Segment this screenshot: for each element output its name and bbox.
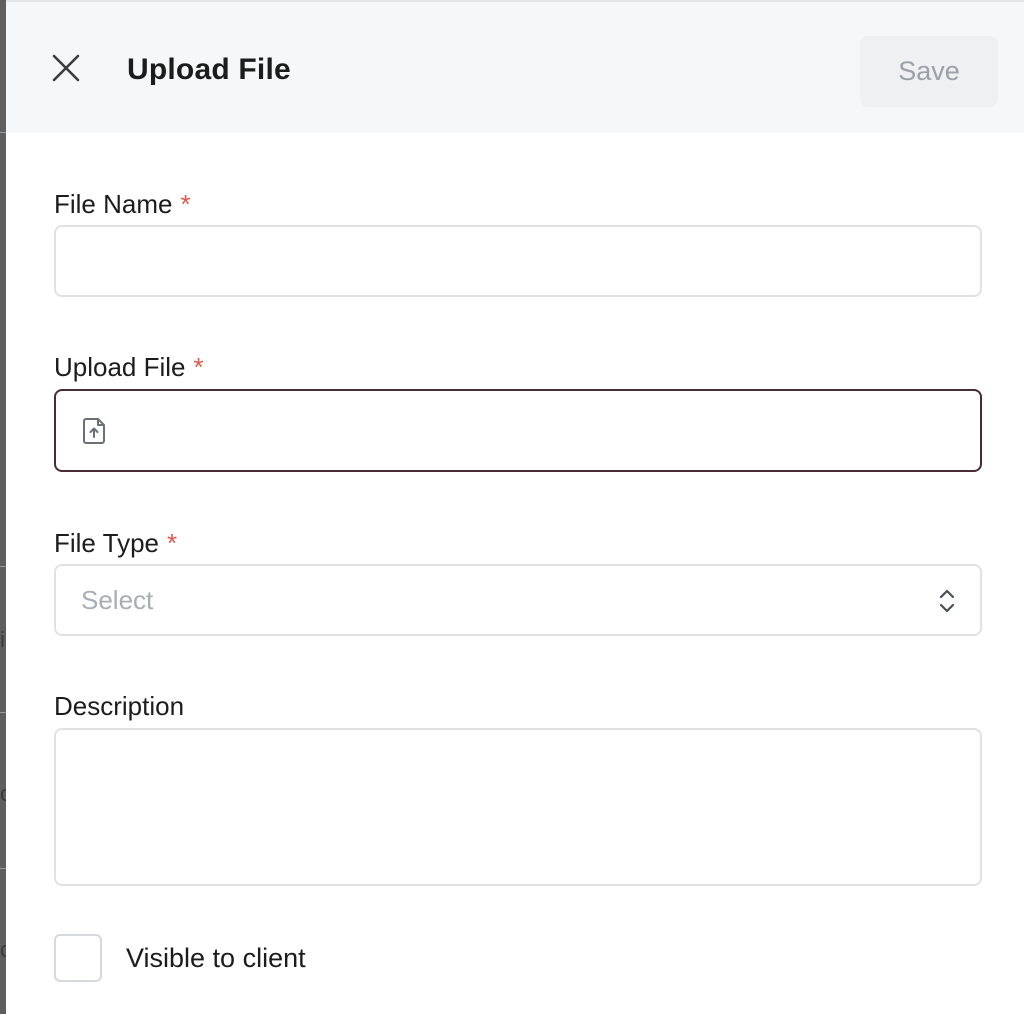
description-label: Description [54,691,185,721]
close-button[interactable] [44,46,88,90]
page: i c c Upload File Save File Name * Upload… [0,0,1024,1014]
file-type-select[interactable]: Select [54,564,982,636]
upload-file-panel: Upload File Save File Name * Upload File *… [6,0,1024,1014]
visible-to-client-checkbox[interactable] [54,934,102,982]
upload-file-label-text: Upload File [54,352,186,382]
chevron-updown-icon [939,589,955,613]
file-type-label: File Type * [54,527,177,559]
file-name-label: File Name * [54,188,191,220]
save-button[interactable]: Save [860,36,998,107]
required-asterisk: * [180,189,191,219]
file-type-label-text: File Type [54,528,160,558]
close-icon [52,54,80,82]
panel-header: Upload File Save [6,0,1024,133]
file-name-label-text: File Name [54,189,173,219]
visible-to-client-label[interactable]: Visible to client [126,942,306,974]
description-textarea[interactable] [54,728,982,886]
required-asterisk: * [193,352,204,382]
file-name-input[interactable] [54,225,982,297]
required-asterisk: * [167,528,178,558]
panel-title: Upload File [127,53,291,86]
upload-file-dropzone[interactable] [54,389,982,472]
file-upload-icon [83,418,105,444]
upload-file-label: Upload File * [54,351,204,383]
file-type-selected-value: Select [81,585,154,615]
